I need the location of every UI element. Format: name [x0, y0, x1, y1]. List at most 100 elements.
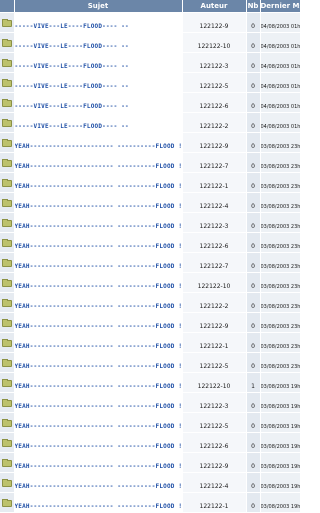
author-column-header[interactable]: Auteur [182, 0, 247, 13]
table-row: YEAH---------------------- ----------FLO… [0, 272, 301, 293]
folder-icon [1, 479, 12, 487]
topic-link[interactable]: -----VIVE---LE----FLOOD---- -- [15, 43, 129, 50]
folder-icon-cell [0, 272, 15, 293]
date-cell: 03/08/2003 23h12 [260, 252, 301, 273]
count-cell: 1 [246, 372, 261, 393]
topic-link[interactable]: YEAH---------------------- ----------FLO… [15, 483, 182, 490]
reply-count: 0 [251, 263, 255, 270]
author-cell: 122122-1 [182, 332, 247, 353]
table-row: -----VIVE---LE----FLOOD---- -- 122122-6 0 0… [0, 92, 301, 113]
count-cell: 0 [246, 132, 261, 153]
folder-icon-cell [0, 172, 15, 193]
author-cell: 122122-2 [182, 292, 247, 313]
subject-cell: YEAH---------------------- ----------FLO… [14, 272, 183, 293]
subject-column-header[interactable]: Sujet [14, 0, 183, 13]
table-row: YEAH---------------------- ----------FLO… [0, 332, 301, 353]
reply-count: 0 [251, 23, 255, 30]
subject-cell: YEAH---------------------- ----------FLO… [14, 432, 183, 453]
topic-link[interactable]: YEAH---------------------- ----------FLO… [15, 283, 182, 290]
topic-link[interactable]: YEAH---------------------- ----------FLO… [15, 223, 182, 230]
count-cell: 0 [246, 432, 261, 453]
topic-link[interactable]: YEAH---------------------- ----------FLO… [15, 263, 182, 270]
author-name: 122122-6 [199, 443, 229, 450]
subject-cell: YEAH---------------------- ----------FLO… [14, 312, 183, 333]
date-cell: 03/08/2003 19h40 [260, 372, 301, 393]
folder-icon [1, 259, 12, 267]
subject-cell: YEAH---------------------- ----------FLO… [14, 152, 183, 173]
topic-link[interactable]: -----VIVE---LE----FLOOD---- -- [15, 83, 129, 90]
count-cell: 0 [246, 292, 261, 313]
last-message-date: 04/08/2003 01h10 [260, 124, 300, 130]
count-cell: 0 [246, 212, 261, 233]
topic-table: Sujet Auteur Nb Dernier Msg -----VIVE---… [0, 0, 301, 513]
reply-count: 0 [251, 283, 255, 290]
topic-link[interactable]: YEAH---------------------- ----------FLO… [15, 383, 182, 390]
topic-link[interactable]: -----VIVE---LE----FLOOD---- -- [15, 63, 129, 70]
folder-icon-cell [0, 12, 15, 33]
last-message-date: 04/08/2003 01h10 [260, 64, 300, 70]
last-message-date: 03/08/2003 23h12 [260, 224, 300, 230]
last-message-date: 03/08/2003 23h12 [260, 364, 300, 370]
table-row: -----VIVE---LE----FLOOD---- -- 122122-5 0 0… [0, 72, 301, 93]
folder-icon-cell [0, 472, 15, 493]
topic-link[interactable]: YEAH---------------------- ----------FLO… [15, 363, 182, 370]
subject-cell: YEAH---------------------- ----------FLO… [14, 172, 183, 193]
author-name: 122122-7 [199, 263, 229, 270]
author-name: 122122-3 [199, 223, 229, 230]
reply-count: 0 [251, 503, 255, 510]
topic-link[interactable]: YEAH---------------------- ----------FLO… [15, 503, 182, 510]
folder-icon-cell [0, 252, 15, 273]
topic-link[interactable]: YEAH---------------------- ----------FLO… [15, 423, 182, 430]
date-cell: 03/08/2003 23h12 [260, 352, 301, 373]
topic-link[interactable]: YEAH---------------------- ----------FLO… [15, 463, 182, 470]
table-row: YEAH---------------------- ----------FLO… [0, 312, 301, 333]
date-cell: 04/08/2003 01h10 [260, 52, 301, 73]
subject-cell: YEAH---------------------- ----------FLO… [14, 132, 183, 153]
last-message-date: 04/08/2003 01h10 [260, 44, 300, 50]
topic-link[interactable]: YEAH---------------------- ----------FLO… [15, 163, 182, 170]
folder-icon [1, 179, 12, 187]
folder-icon-cell [0, 92, 15, 113]
subject-cell: YEAH---------------------- ----------FLO… [14, 372, 183, 393]
date-cell: 03/08/2003 19h32 [260, 492, 301, 513]
count-column-header[interactable]: Nb [246, 0, 261, 13]
topic-link[interactable]: YEAH---------------------- ----------FLO… [15, 443, 182, 450]
date-cell: 04/08/2003 01h10 [260, 32, 301, 53]
subject-cell: -----VIVE---LE----FLOOD---- -- [14, 112, 183, 133]
count-cell: 0 [246, 12, 261, 33]
date-cell: 03/08/2003 19h32 [260, 432, 301, 453]
table-row: YEAH---------------------- ----------FLO… [0, 192, 301, 213]
last-message-date: 04/08/2003 01h10 [260, 104, 300, 110]
folder-icon [1, 339, 12, 347]
subject-cell: -----VIVE---LE----FLOOD---- -- [14, 72, 183, 93]
reply-count: 0 [251, 363, 255, 370]
folder-icon-cell [0, 392, 15, 413]
topic-link[interactable]: YEAH---------------------- ----------FLO… [15, 203, 182, 210]
date-cell: 03/08/2003 23h17 [260, 172, 301, 193]
folder-icon-cell [0, 432, 15, 453]
reply-count: 0 [251, 103, 255, 110]
topic-link[interactable]: YEAH---------------------- ----------FLO… [15, 343, 182, 350]
date-cell: 03/08/2003 23h12 [260, 232, 301, 253]
last-message-date: 03/08/2003 23h17 [260, 144, 300, 150]
author-cell: 122122-1 [182, 172, 247, 193]
topic-link[interactable]: YEAH---------------------- ----------FLO… [15, 403, 182, 410]
topic-link[interactable]: YEAH---------------------- ----------FLO… [15, 243, 182, 250]
count-cell: 0 [246, 92, 261, 113]
topic-link[interactable]: YEAH---------------------- ----------FLO… [15, 303, 182, 310]
topic-link[interactable]: -----VIVE---LE----FLOOD---- -- [15, 123, 129, 130]
folder-icon [1, 59, 12, 67]
author-name: 122122-9 [199, 143, 229, 150]
last-message-date: 03/08/2003 23h12 [260, 324, 300, 330]
reply-count: 0 [251, 163, 255, 170]
topic-link[interactable]: YEAH---------------------- ----------FLO… [15, 183, 182, 190]
subject-cell: YEAH---------------------- ----------FLO… [14, 192, 183, 213]
topic-link[interactable]: YEAH---------------------- ----------FLO… [15, 323, 182, 330]
date-column-header[interactable]: Dernier Msg [260, 0, 301, 13]
topic-link[interactable]: -----VIVE---LE----FLOOD---- -- [15, 103, 129, 110]
topic-link[interactable]: -----VIVE---LE----FLOOD---- -- [15, 23, 129, 30]
last-message-date: 03/08/2003 23h12 [260, 284, 300, 290]
author-name: 122122-1 [199, 183, 229, 190]
reply-count: 0 [251, 203, 255, 210]
topic-link[interactable]: YEAH---------------------- ----------FLO… [15, 143, 182, 150]
